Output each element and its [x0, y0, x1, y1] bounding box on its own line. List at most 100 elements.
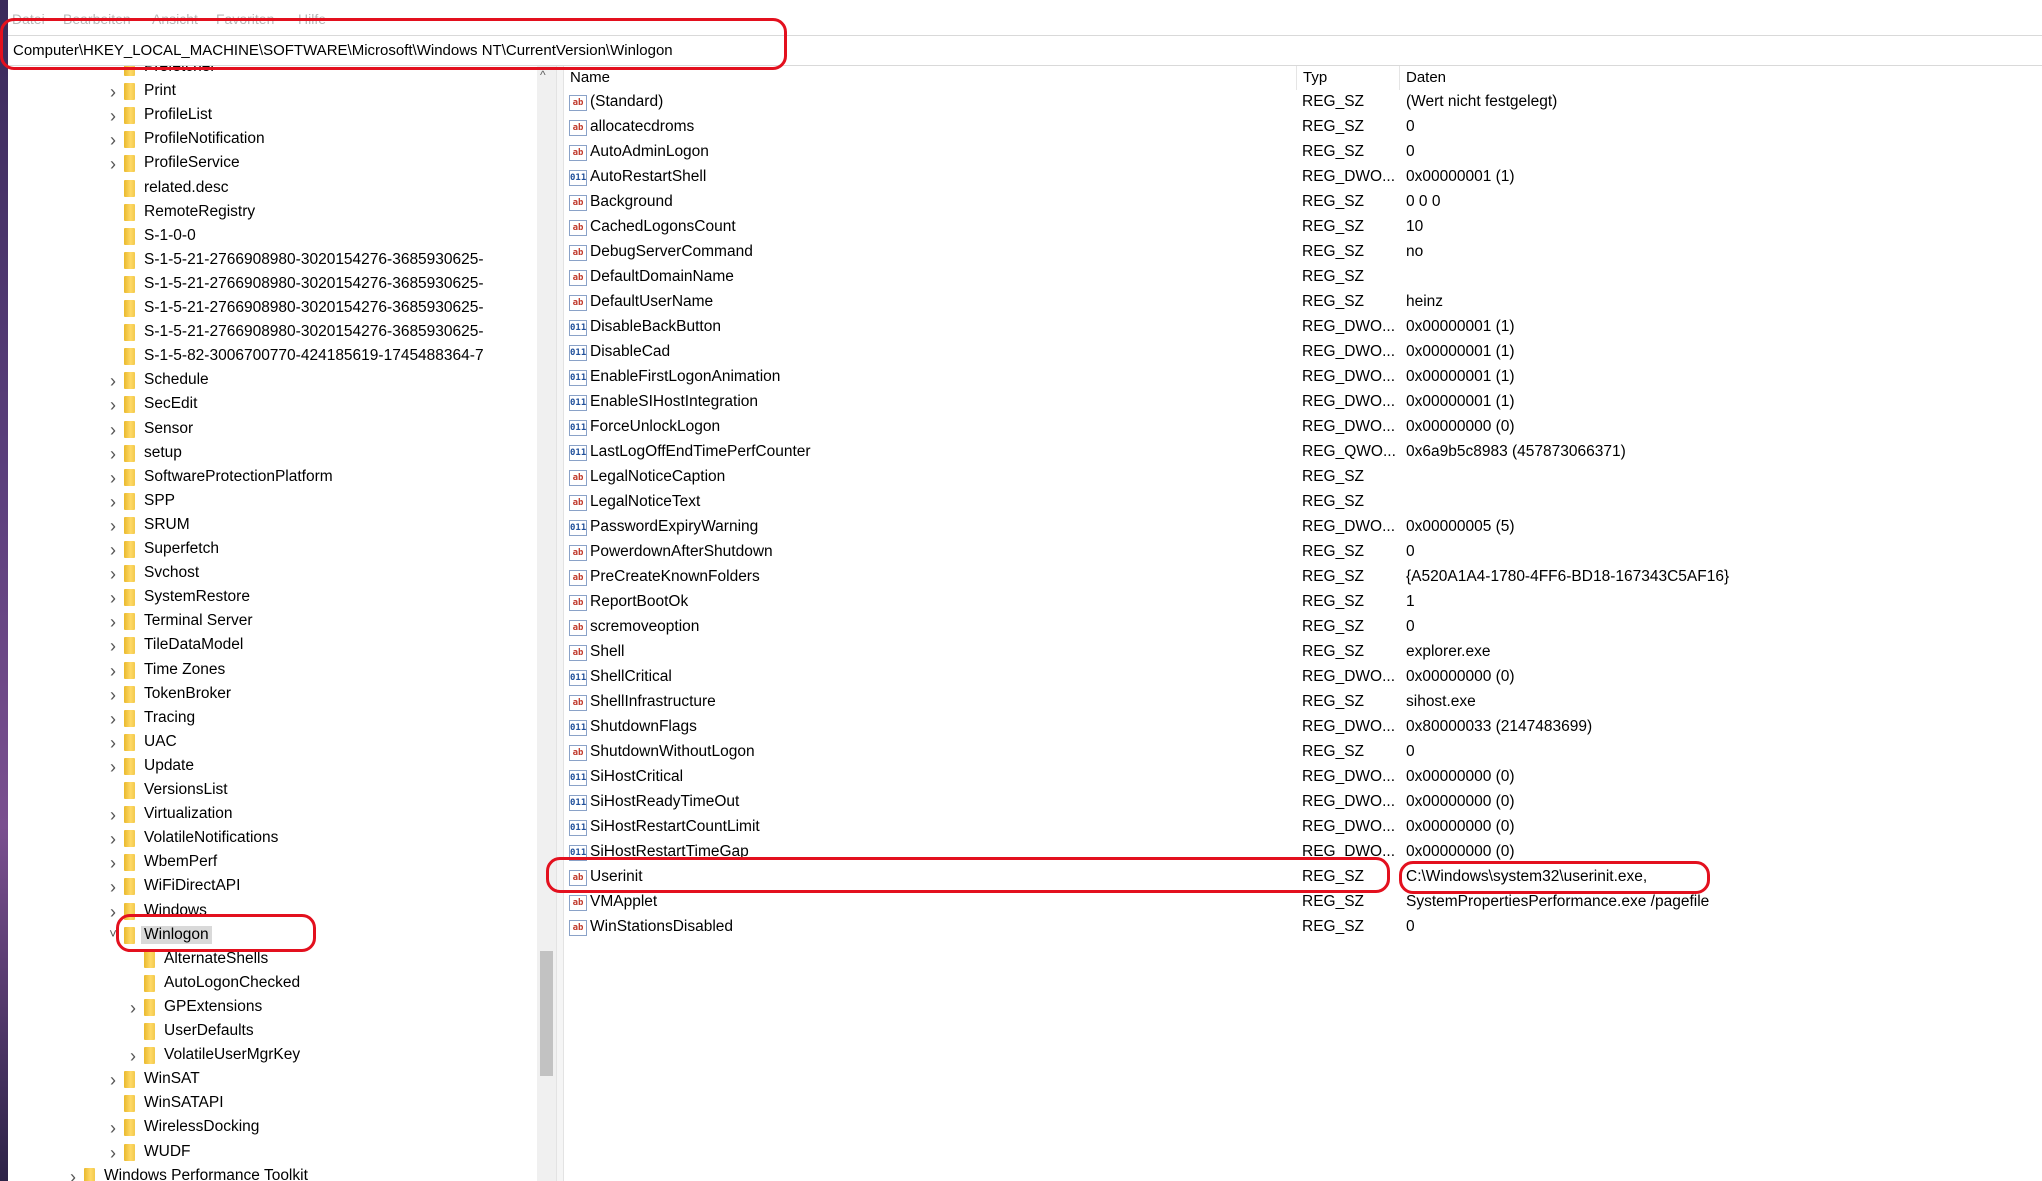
tree-item[interactable]: › UAC — [8, 731, 537, 755]
value-row[interactable]: ab (Standard) REG_SZ (Wert nicht festgelegt… — [562, 91, 2042, 116]
chevron-right-icon[interactable]: › — [106, 733, 120, 753]
tree-item[interactable]: › SRUM — [8, 514, 537, 538]
tree-item[interactable]: › Svchost — [8, 562, 537, 586]
menu-file[interactable]: Datei — [12, 11, 45, 27]
tree-item[interactable]: › GPExtensions — [8, 996, 537, 1020]
tree-item[interactable]: › TileDataModel — [8, 634, 537, 658]
tree-item[interactable]: › SPP — [8, 490, 537, 514]
column-header-name[interactable]: Name — [570, 69, 610, 86]
value-row[interactable]: ab Userinit REG_SZ C:\Windows\system32\user… — [562, 866, 2042, 891]
chevron-right-icon[interactable]: › — [106, 661, 120, 681]
value-row[interactable]: 011 SiHostReadyTimeOut REG_DWO... 0x0000000… — [562, 791, 2042, 816]
value-row[interactable]: ab LegalNoticeCaption REG_SZ — [562, 466, 2042, 491]
value-row[interactable]: ab LegalNoticeText REG_SZ — [562, 491, 2042, 516]
chevron-down-icon[interactable]: ˅ — [106, 926, 120, 944]
tree-item[interactable]: related.desc — [8, 177, 537, 201]
tree-item[interactable]: › Time Zones — [8, 659, 537, 683]
chevron-right-icon[interactable]: › — [106, 1143, 120, 1163]
column-divider[interactable] — [1296, 66, 1297, 90]
chevron-right-icon[interactable]: › — [106, 588, 120, 608]
chevron-right-icon[interactable]: › — [106, 564, 120, 584]
tree-item[interactable]: AutoLogonChecked — [8, 972, 537, 996]
chevron-right-icon[interactable]: › — [106, 516, 120, 536]
menu-edit[interactable]: Bearbeiten — [63, 11, 131, 27]
tree-item[interactable]: › ProfileNotification — [8, 128, 537, 152]
value-row[interactable]: ab Shell REG_SZ explorer.exe — [562, 641, 2042, 666]
value-row[interactable]: 011 DisableBackButton REG_DWO... 0x00000001… — [562, 316, 2042, 341]
tree-item[interactable]: › Sensor — [8, 418, 537, 442]
chevron-right-icon[interactable]: › — [106, 853, 120, 873]
value-row[interactable]: ab DefaultUserName REG_SZ heinz — [562, 291, 2042, 316]
tree-item[interactable]: › SoftwareProtectionPlatform — [8, 466, 537, 490]
tree-item[interactable]: › Print — [8, 80, 537, 104]
address-path[interactable]: Computer\HKEY_LOCAL_MACHINE\SOFTWARE\Mic… — [13, 42, 673, 59]
chevron-right-icon[interactable]: › — [106, 82, 120, 102]
tree-item[interactable]: › Windows Performance Toolkit — [8, 1165, 537, 1181]
value-row[interactable]: 011 PasswordExpiryWarning REG_DWO... 0x0000… — [562, 516, 2042, 541]
tree-item[interactable]: › TokenBroker — [8, 683, 537, 707]
column-divider[interactable] — [1399, 66, 1400, 90]
value-row[interactable]: ab scremoveoption REG_SZ 0 — [562, 616, 2042, 641]
tree-item[interactable]: › VolatileNotifications — [8, 827, 537, 851]
chevron-right-icon[interactable]: › — [106, 709, 120, 729]
scroll-up-arrow-icon[interactable]: ^ — [540, 68, 546, 82]
tree-item[interactable]: › Virtualization — [8, 803, 537, 827]
tree-item[interactable]: › Superfetch — [8, 538, 537, 562]
value-row[interactable]: 011 SiHostRestartCountLimit REG_DWO... 0x00… — [562, 816, 2042, 841]
tree-item[interactable]: › Update — [8, 755, 537, 779]
tree-item[interactable]: › WbemPerf — [8, 851, 537, 875]
tree-item[interactable]: › Terminal Server — [8, 610, 537, 634]
tree-item[interactable]: › Schedule — [8, 369, 537, 393]
tree-item[interactable]: › setup — [8, 442, 537, 466]
chevron-right-icon[interactable]: › — [106, 877, 120, 897]
value-row[interactable]: ab PreCreateKnownFolders REG_SZ {A520A1A4-1… — [562, 566, 2042, 591]
chevron-right-icon[interactable]: › — [106, 130, 120, 150]
chevron-right-icon[interactable]: › — [106, 1070, 120, 1090]
tree-item[interactable]: › Tracing — [8, 707, 537, 731]
value-row[interactable]: ab DefaultDomainName REG_SZ — [562, 266, 2042, 291]
value-row[interactable]: 011 EnableFirstLogonAnimation REG_DWO... 0x… — [562, 366, 2042, 391]
chevron-right-icon[interactable]: › — [106, 540, 120, 560]
scrollbar-thumb[interactable] — [540, 951, 553, 1076]
chevron-right-icon[interactable]: › — [106, 106, 120, 126]
value-row[interactable]: 011 LastLogOffEndTimePerfCounter REG_QWO..… — [562, 441, 2042, 466]
value-row[interactable]: ab AutoAdminLogon REG_SZ 0 — [562, 141, 2042, 166]
address-bar[interactable]: Computer\HKEY_LOCAL_MACHINE\SOFTWARE\Mic… — [8, 35, 2042, 66]
value-row[interactable]: ab CachedLogonsCount REG_SZ 10 — [562, 216, 2042, 241]
value-row[interactable]: 011 DisableCad REG_DWO... 0x00000001 (1) — [562, 341, 2042, 366]
tree-item[interactable]: › VolatileUserMgrKey — [8, 1044, 537, 1068]
chevron-right-icon[interactable]: › — [126, 998, 140, 1018]
tree-item[interactable]: › WiFiDirectAPI — [8, 875, 537, 899]
menu-help[interactable]: Hilfe — [298, 11, 326, 27]
tree-item[interactable]: › SecEdit — [8, 393, 537, 417]
chevron-right-icon[interactable]: › — [106, 636, 120, 656]
tree-item[interactable]: › WUDF — [8, 1141, 537, 1165]
chevron-right-icon[interactable]: › — [106, 757, 120, 777]
chevron-right-icon[interactable]: › — [106, 1118, 120, 1138]
value-row[interactable]: 011 SiHostRestartTimeGap REG_DWO... 0x00000… — [562, 841, 2042, 866]
tree-item[interactable]: › Windows — [8, 900, 537, 924]
value-row[interactable]: 011 ShellCritical REG_DWO... 0x00000000 (0) — [562, 666, 2042, 691]
tree-item[interactable]: › SystemRestore — [8, 586, 537, 610]
value-row[interactable]: 011 ShutdownFlags REG_DWO... 0x80000033 (21… — [562, 716, 2042, 741]
value-row[interactable]: ab Background REG_SZ 0 0 0 — [562, 191, 2042, 216]
menu-favorites[interactable]: Favoriten — [216, 11, 274, 27]
tree-item[interactable]: › ProfileService — [8, 152, 537, 176]
chevron-right-icon[interactable]: › — [106, 805, 120, 825]
tree-item[interactable]: S-1-5-21-2766908980-3020154276-368593062… — [8, 321, 537, 345]
chevron-right-icon[interactable]: › — [106, 371, 120, 391]
tree-item[interactable]: Prefetcher — [8, 66, 537, 80]
value-row[interactable]: ab VMApplet REG_SZ SystemPropertiesPerforma… — [562, 891, 2042, 916]
value-row[interactable]: ab allocatecdroms REG_SZ 0 — [562, 116, 2042, 141]
tree-item[interactable]: WinSATAPI — [8, 1092, 537, 1116]
tree-item[interactable]: S-1-5-21-2766908980-3020154276-368593062… — [8, 273, 537, 297]
tree-item[interactable]: VersionsList — [8, 779, 537, 803]
registry-values-list[interactable]: Name Typ Daten ab (Standard) REG_SZ (Wert n… — [562, 66, 2042, 1181]
tree-item[interactable]: UserDefaults — [8, 1020, 537, 1044]
value-row[interactable]: ab WinStationsDisabled REG_SZ 0 — [562, 916, 2042, 941]
chevron-right-icon[interactable]: › — [106, 902, 120, 922]
menu-view[interactable]: Ansicht — [152, 11, 198, 27]
value-row[interactable]: ab PowerdownAfterShutdown REG_SZ 0 — [562, 541, 2042, 566]
value-row[interactable]: ab ShutdownWithoutLogon REG_SZ 0 — [562, 741, 2042, 766]
chevron-right-icon[interactable]: › — [106, 492, 120, 512]
